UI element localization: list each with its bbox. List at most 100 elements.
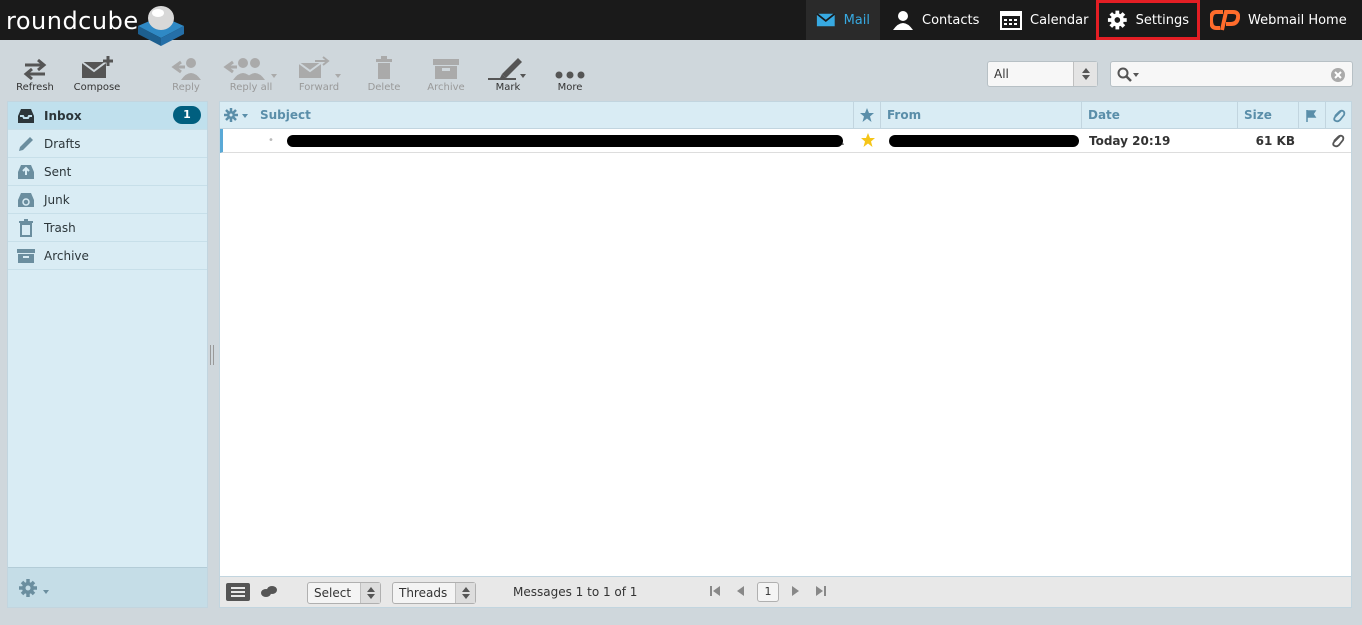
filter-value: All: [994, 67, 1009, 81]
inbox-icon: [16, 106, 36, 126]
sent-icon: [16, 162, 36, 182]
folder-sent[interactable]: Sent: [8, 158, 207, 186]
folder-trash[interactable]: Trash: [8, 214, 207, 242]
refresh-icon: [23, 58, 47, 80]
reply-all-button[interactable]: Reply all: [221, 54, 281, 93]
next-page-icon[interactable]: [792, 586, 800, 596]
more-label: More: [557, 82, 583, 93]
search-input[interactable]: [1110, 61, 1353, 87]
nav-settings[interactable]: Settings: [1096, 0, 1200, 40]
mark-button[interactable]: Mark: [478, 54, 538, 93]
nav-calendar-label: Calendar: [1030, 12, 1089, 28]
last-page-icon[interactable]: [816, 586, 826, 596]
delete-label: Delete: [367, 82, 401, 93]
more-button[interactable]: More: [540, 54, 600, 93]
page-number-input[interactable]: 1: [757, 582, 779, 602]
compose-icon: [81, 56, 113, 78]
search-icon[interactable]: [1117, 67, 1141, 83]
threads-label: Threads: [399, 586, 448, 600]
forward-icon: [298, 56, 341, 78]
column-attachment[interactable]: [1325, 102, 1351, 129]
forward-button[interactable]: Forward: [289, 54, 349, 93]
select-dropdown[interactable]: Select: [307, 582, 381, 604]
folder-label: Drafts: [44, 136, 81, 151]
reply-button[interactable]: Reply: [156, 54, 216, 93]
previous-page-icon[interactable]: [736, 586, 744, 596]
column-subject[interactable]: Subject: [254, 102, 853, 129]
column-date[interactable]: Date: [1081, 102, 1237, 129]
more-dots-icon: [555, 71, 585, 79]
archive-button[interactable]: Archive: [416, 54, 476, 93]
nav-mail[interactable]: Mail: [806, 0, 880, 40]
person-icon: [893, 11, 913, 30]
message-date: Today 20:19: [1089, 134, 1171, 148]
junk-icon: [16, 190, 36, 210]
message-count-text: Messages 1 to 1 of 1: [513, 585, 638, 599]
compose-button[interactable]: Compose: [67, 54, 127, 93]
reply-label: Reply: [172, 82, 200, 93]
reply-all-icon: [223, 58, 277, 80]
list-view-icon[interactable]: [226, 583, 250, 601]
clear-search-icon[interactable]: [1330, 67, 1346, 83]
column-size-label: Size: [1244, 108, 1272, 122]
nav-webmail-home[interactable]: Webmail Home: [1200, 0, 1357, 40]
unread-count-badge: 1: [173, 106, 201, 124]
flag-column-icon: [1306, 110, 1317, 122]
delete-button[interactable]: Delete: [354, 54, 414, 93]
list-footer: Select Threads Messages 1 to 1 of 1 1: [220, 576, 1351, 607]
trash-icon: [376, 56, 392, 79]
list-header: Subject From Date Size: [220, 102, 1351, 129]
select-arrows-icon: [1073, 62, 1097, 86]
select-label: Select: [314, 586, 352, 600]
archive-label: Archive: [427, 82, 465, 93]
folder-inbox[interactable]: Inbox 1: [8, 102, 207, 130]
select-arrows-icon: [360, 583, 380, 603]
folder-list: Inbox 1 Drafts Sent Junk Trash Archive: [7, 101, 208, 608]
subject-ellipsis: .: [841, 134, 845, 148]
folder-label: Trash: [44, 220, 76, 235]
filter-select[interactable]: All: [987, 61, 1098, 87]
nav-contacts[interactable]: Contacts: [882, 0, 989, 40]
column-from-label: From: [887, 108, 922, 122]
compose-label: Compose: [73, 82, 121, 93]
list-options-button[interactable]: [220, 102, 254, 129]
threads-dropdown[interactable]: Threads: [392, 582, 476, 604]
flagged-star-icon[interactable]: [860, 132, 876, 156]
select-arrows-icon: [455, 583, 475, 603]
mark-label: Mark: [495, 82, 521, 93]
column-size[interactable]: Size: [1237, 102, 1298, 129]
folder-drafts[interactable]: Drafts: [8, 130, 207, 158]
folder-label: Archive: [44, 248, 89, 263]
reply-all-label: Reply all: [229, 82, 273, 93]
archive-icon: [16, 246, 36, 266]
column-status-flag[interactable]: [1298, 102, 1325, 129]
message-row[interactable]: • . Today 20:19 61 KB: [220, 129, 1351, 153]
redacted-sender: [889, 135, 1079, 147]
archive-box-icon: [433, 59, 459, 79]
folder-label: Sent: [44, 164, 72, 179]
pane-splitter[interactable]: [210, 345, 214, 365]
message-list: Subject From Date Size • . Today 20:19 6…: [219, 101, 1352, 608]
gear-icon: [1107, 10, 1127, 30]
first-page-icon[interactable]: [710, 586, 720, 596]
folder-archive[interactable]: Archive: [8, 242, 207, 270]
star-column-icon: [860, 108, 874, 122]
column-from[interactable]: From: [880, 102, 1081, 129]
folder-junk[interactable]: Junk: [8, 186, 207, 214]
reply-icon: [171, 58, 201, 80]
thread-view-icon[interactable]: [260, 585, 278, 599]
list-options-gear-icon: [224, 108, 248, 122]
top-bar: roundcube Mail Contacts Calendar Setting…: [0, 0, 1362, 46]
paperclip-column-icon: [1333, 109, 1346, 123]
column-flag[interactable]: [853, 102, 880, 129]
refresh-label: Refresh: [16, 82, 54, 93]
nav-webmail-label: Webmail Home: [1248, 12, 1347, 28]
message-size: 61 KB: [1255, 134, 1295, 148]
nav-contacts-label: Contacts: [922, 12, 980, 28]
nav-calendar[interactable]: Calendar: [990, 0, 1098, 40]
column-subject-label: Subject: [260, 108, 311, 122]
folder-settings-gear-icon[interactable]: [17, 577, 51, 599]
folder-label: Inbox: [44, 108, 82, 123]
refresh-button[interactable]: Refresh: [5, 54, 65, 93]
cpanel-icon: [1210, 10, 1240, 31]
